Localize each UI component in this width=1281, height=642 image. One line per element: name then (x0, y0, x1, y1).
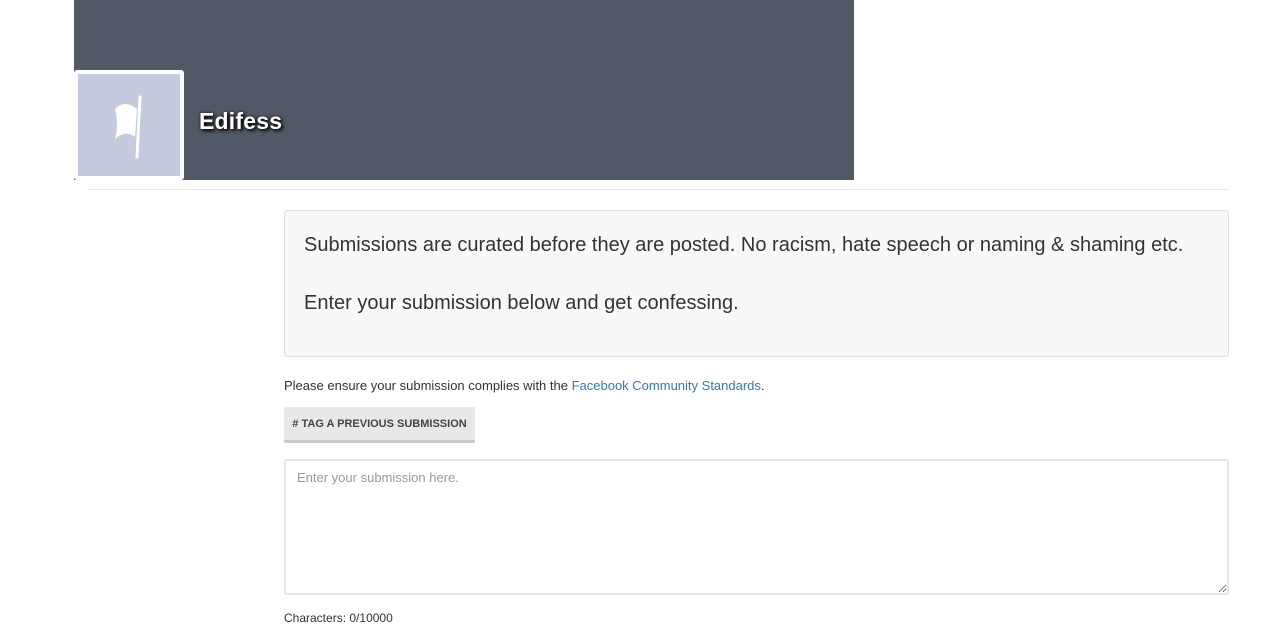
compliance-suffix: . (760, 378, 765, 393)
cover-photo (74, 0, 854, 180)
community-standards-link[interactable]: Facebook Community Standards (572, 378, 761, 393)
submission-input[interactable] (284, 459, 1229, 595)
compliance-notice: Please ensure your submission complies w… (284, 378, 765, 393)
notice-rules-text: Submissions are curated before they are … (304, 234, 1184, 256)
tag-previous-submission-button[interactable]: # Tag a previous submission (284, 407, 475, 443)
submission-notice: Submissions are curated before they are … (284, 210, 1229, 357)
compliance-prefix: Please ensure your submission complies w… (284, 378, 572, 393)
header-divider (88, 189, 1229, 190)
character-counter: Characters: 0/10000 (284, 611, 393, 625)
page-title[interactable]: Edifess (199, 108, 282, 135)
profile-picture-frame[interactable] (74, 70, 184, 180)
flag-icon (115, 95, 142, 159)
notice-instruction-text: Enter your submission below and get conf… (304, 292, 739, 314)
character-counter-label: Characters: (284, 611, 350, 625)
character-count-max: 10000 (359, 611, 393, 625)
avatar (78, 74, 180, 176)
